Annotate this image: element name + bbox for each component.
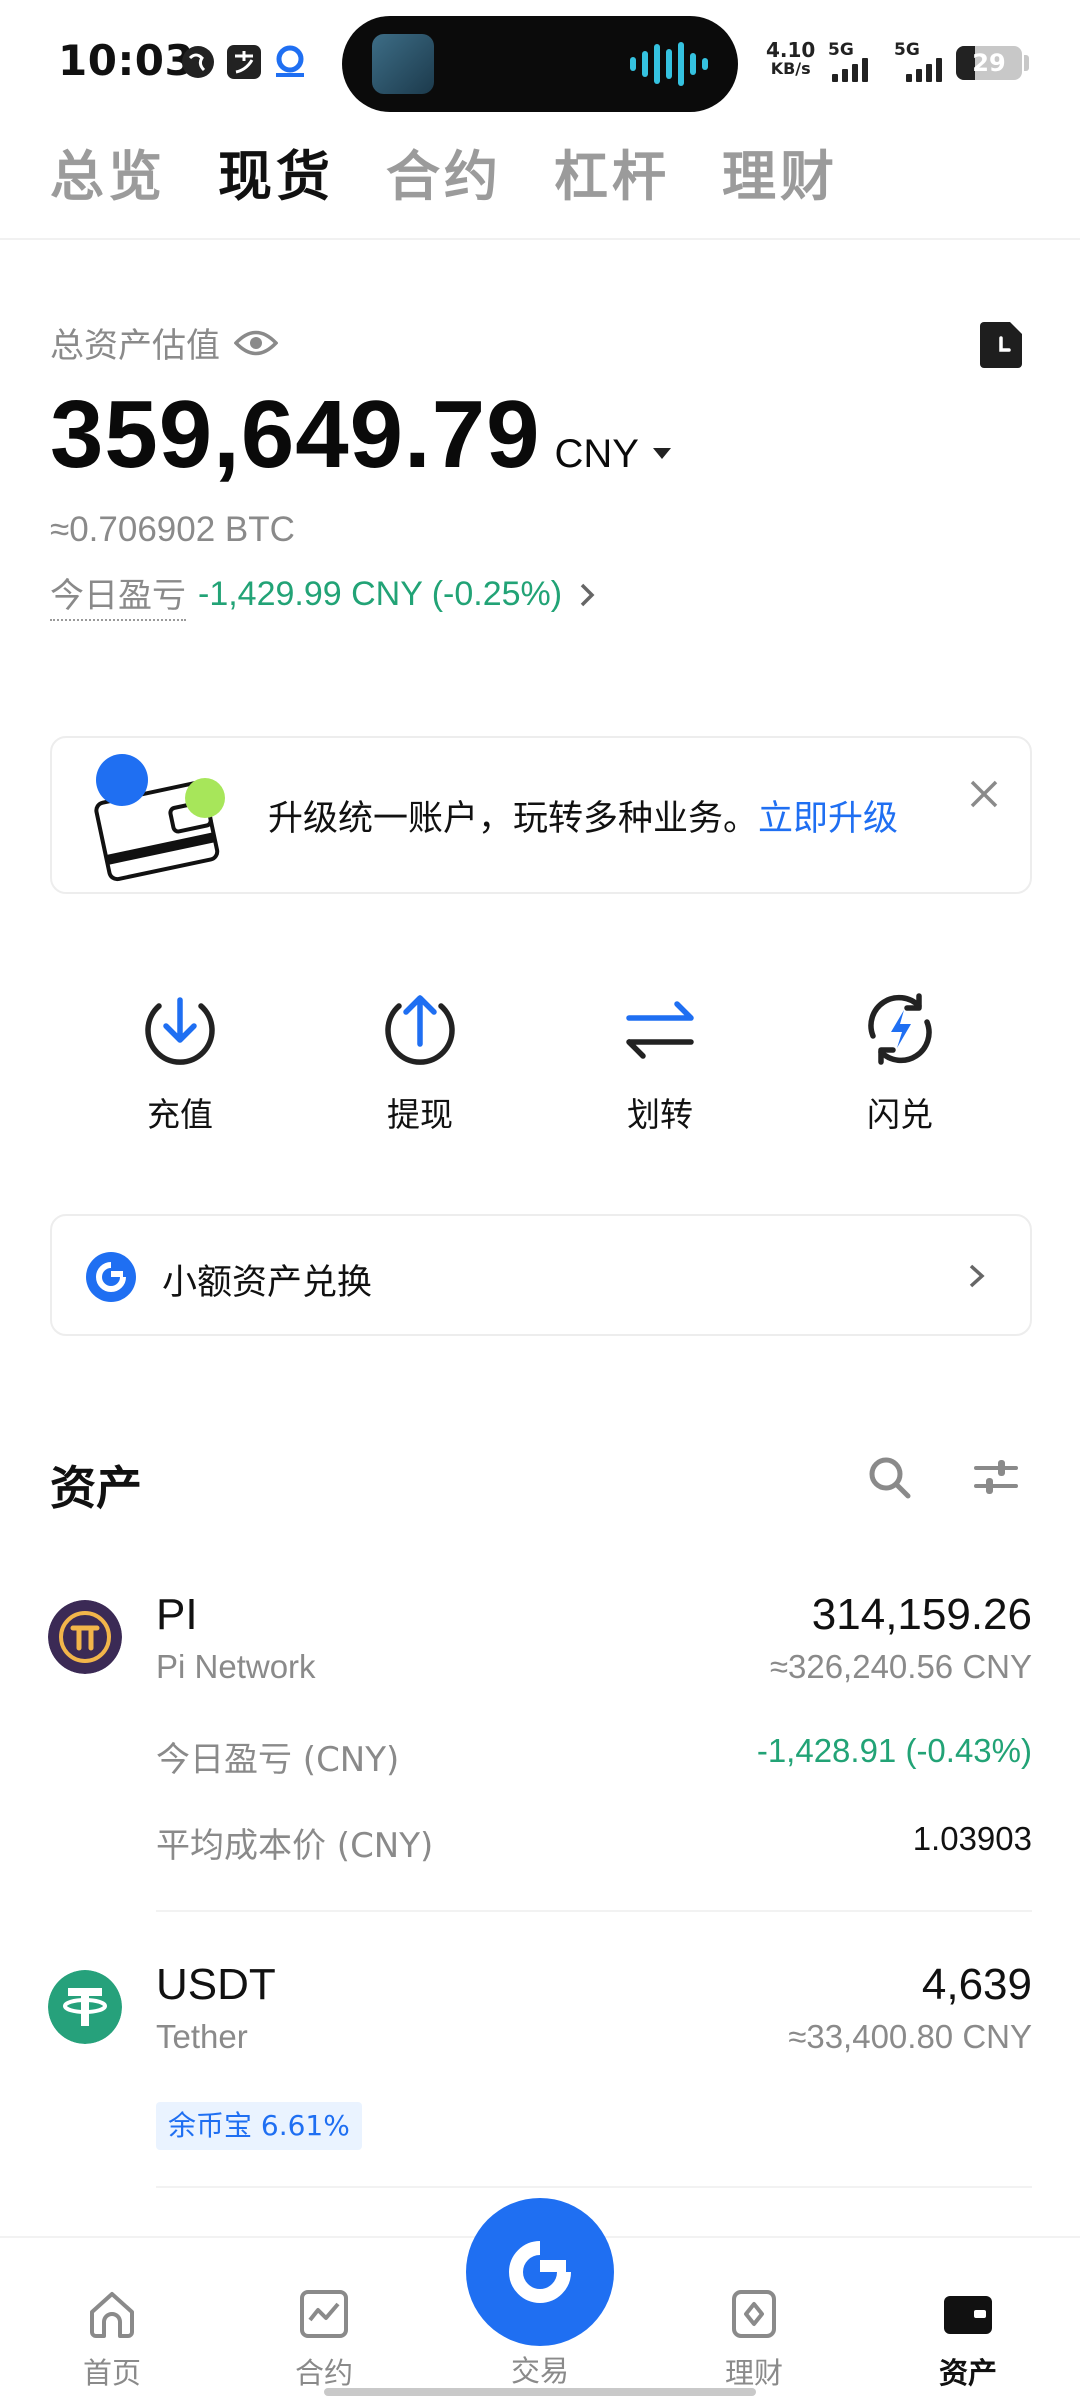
battery-tip — [1024, 55, 1029, 71]
transfer-icon — [626, 1001, 694, 1059]
flash-convert-button[interactable]: 闪兑 — [780, 990, 1020, 1136]
filter-icon[interactable] — [972, 1456, 1020, 1498]
album-art-icon — [372, 34, 434, 94]
balance-btc: ≈0.706902 BTC — [50, 510, 295, 549]
earn-badge[interactable]: 余币宝 6.61% — [156, 2102, 362, 2150]
nav-trade[interactable] — [466, 2198, 614, 2346]
tab-futures[interactable]: 合约 — [386, 132, 502, 211]
battery-icon: 29 — [956, 46, 1022, 80]
search-icon[interactable] — [866, 1454, 912, 1500]
nav-home[interactable]: 首页 — [42, 2286, 182, 2392]
close-icon[interactable] — [964, 774, 1004, 814]
small-assets-label: 小额资产兑换 — [162, 1263, 373, 1303]
nav-earn[interactable]: 理财 — [684, 2286, 824, 2392]
row-divider — [156, 2186, 1032, 2188]
balance-value: 359,649.79 — [50, 381, 541, 488]
futures-icon — [300, 2290, 348, 2338]
asset-symbol: USDT — [156, 1960, 276, 2009]
tab-margin[interactable]: 杠杆 — [554, 132, 670, 211]
quick-actions: 充值 提现 划转 闪兑 — [60, 990, 1020, 1136]
asset-cny-value: ≈326,240.56 CNY — [769, 1648, 1032, 1685]
today-pnl-label: 今日盈亏 — [50, 568, 186, 621]
row-divider — [156, 1910, 1032, 1912]
small-assets-convert[interactable]: 小额资产兑换 — [50, 1214, 1032, 1336]
asset-pnl-label: 今日盈亏 (CNY) — [156, 1740, 400, 1780]
signal-bars-icon — [832, 56, 868, 82]
globe-app-icon — [182, 46, 214, 78]
withdraw-icon — [385, 995, 455, 1065]
nav-futures[interactable]: 合约 — [254, 2286, 394, 2392]
flash-convert-icon — [868, 993, 932, 1065]
header-divider — [0, 238, 1080, 240]
tab-spot[interactable]: 现货 — [218, 132, 334, 211]
signal-bars-icon — [906, 56, 942, 82]
eye-icon[interactable] — [234, 328, 278, 358]
wallet-icon — [944, 2296, 992, 2334]
asset-pnl-value: -1,428.91 (-0.43%) — [756, 1732, 1032, 1769]
tab-earn[interactable]: 理财 — [722, 132, 838, 211]
dynamic-island[interactable] — [342, 16, 738, 112]
balance-row: 359,649.79 CNY — [50, 380, 671, 490]
top-tabs: 总览 现货 合约 杠杆 理财 — [50, 132, 838, 211]
chevron-right-icon — [969, 1264, 985, 1288]
bottom-nav: 首页 合约 交易 理财 资产 — [0, 2198, 1080, 2400]
earn-icon — [732, 2290, 776, 2338]
deposit-button[interactable]: 充值 — [60, 990, 300, 1136]
asset-cost-value: 1.03903 — [912, 1820, 1032, 1857]
caret-down-icon[interactable] — [652, 448, 671, 459]
status-time: 10:03 — [58, 36, 195, 85]
network-speed: 4.10 KB/s — [766, 38, 816, 78]
asset-name: Pi Network — [156, 1648, 316, 1685]
home-indicator[interactable] — [324, 2388, 756, 2396]
convert-logo-icon — [86, 1252, 136, 1302]
asset-symbol: PI — [156, 1590, 198, 1639]
chevron-right-icon — [580, 583, 595, 606]
tether-logo-icon — [48, 1970, 122, 2044]
status-bar: 10:03 4.10 KB/s 5G 5G 29 — [0, 0, 1080, 120]
trade-icon — [509, 2240, 574, 2303]
tab-overview[interactable]: 总览 — [50, 132, 166, 211]
today-pnl-row[interactable]: 今日盈亏 -1,429.99 CNY (-0.25%) — [50, 568, 600, 621]
wallet-illustration-icon — [94, 754, 225, 882]
withdraw-button[interactable]: 提现 — [300, 990, 540, 1136]
assets-title: 资产 — [50, 1461, 142, 1515]
home-icon — [90, 2292, 134, 2338]
upgrade-link[interactable]: 立即升级 — [758, 799, 898, 839]
deposit-icon — [145, 997, 215, 1065]
nav-assets[interactable]: 资产 — [898, 2286, 1038, 2392]
app-logo-icon — [276, 45, 304, 77]
asset-cost-label: 平均成本价 (CNY) — [156, 1826, 434, 1866]
today-pnl-value: -1,429.99 CNY (-0.25%) — [198, 575, 563, 613]
balance-label-row: 总资产估值 — [50, 318, 278, 367]
currency-selector[interactable]: CNY — [554, 432, 638, 477]
history-icon[interactable] — [978, 320, 1024, 370]
asset-amount: 4,639 — [921, 1960, 1032, 2009]
alipay-icon — [227, 45, 261, 79]
nav-trade-label: 交易 — [510, 2354, 569, 2388]
asset-cny-value: ≈33,400.80 CNY — [788, 2018, 1032, 2055]
asset-amount: 314,159.26 — [811, 1590, 1032, 1639]
balance-label: 总资产估值 — [50, 326, 220, 366]
banner-text: 升级统一账户，玩转多种业务。立即升级 — [268, 799, 899, 839]
transfer-button[interactable]: 划转 — [540, 990, 780, 1136]
asset-name: Tether — [156, 2018, 248, 2055]
pi-network-logo-icon — [48, 1600, 122, 1674]
upgrade-banner: 升级统一账户，玩转多种业务。立即升级 — [50, 736, 1032, 894]
audio-wave-icon — [630, 42, 708, 86]
